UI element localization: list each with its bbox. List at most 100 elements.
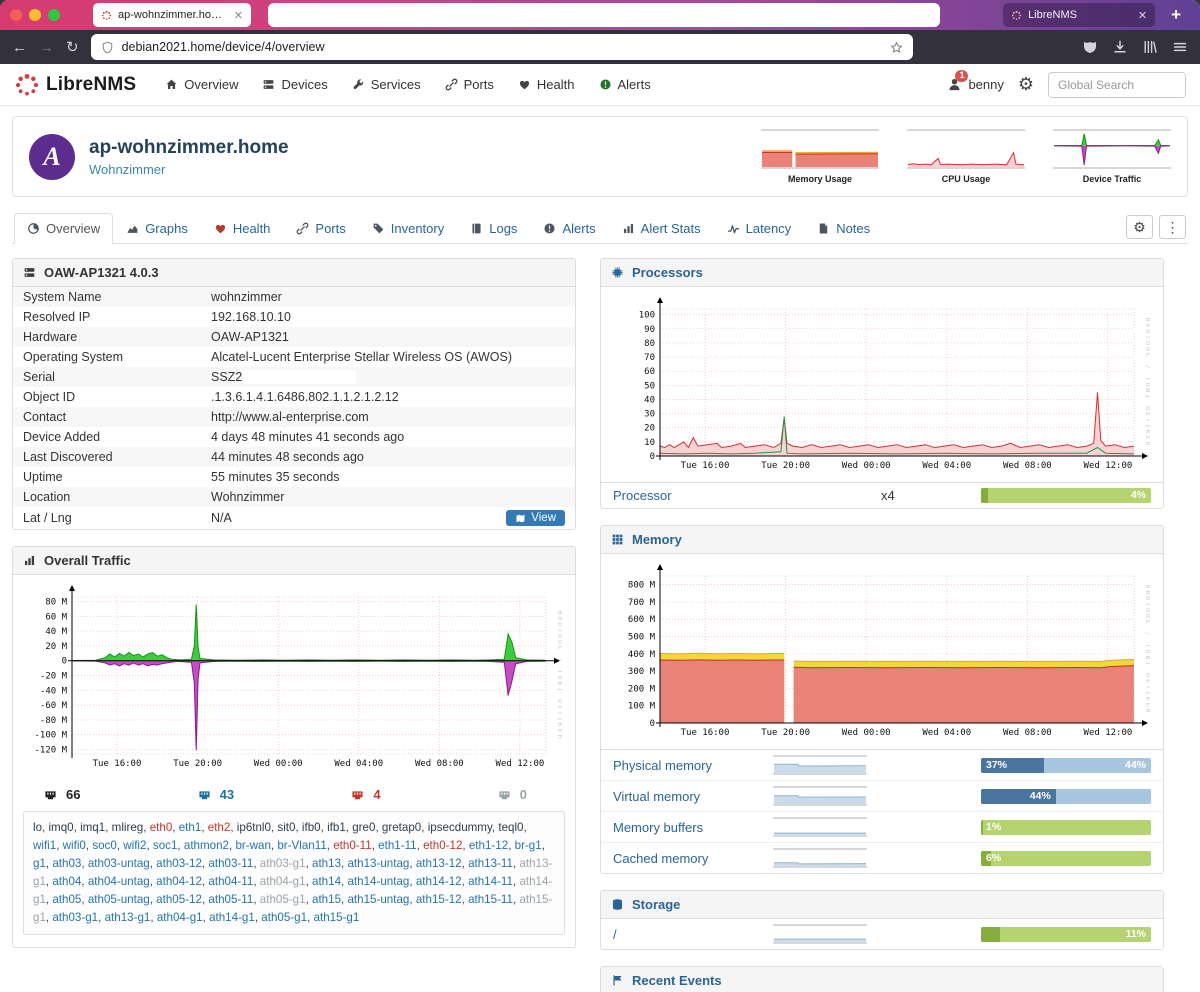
- mempool-link[interactable]: Memory buffers: [613, 820, 773, 835]
- interface-link[interactable]: ath05-untag: [88, 893, 150, 906]
- zoom-window-button[interactable]: [48, 9, 60, 21]
- interface-link[interactable]: ath04-12: [156, 875, 202, 888]
- settings-gear-icon[interactable]: ⚙: [1018, 74, 1034, 95]
- tab-alerts[interactable]: Alerts: [530, 213, 608, 244]
- interface-link[interactable]: ath15-12: [416, 893, 462, 906]
- nav-ports[interactable]: Ports: [434, 64, 505, 106]
- tab-graphs[interactable]: Graphs: [113, 213, 201, 244]
- interface-link[interactable]: sit0: [277, 821, 295, 834]
- tab-alert-stats[interactable]: Alert Stats: [609, 213, 714, 244]
- bookmark-star-icon[interactable]: [890, 41, 903, 54]
- interface-link[interactable]: ath05: [52, 893, 81, 906]
- interface-link[interactable]: ath14-12: [416, 875, 462, 888]
- interface-link[interactable]: imq0: [48, 821, 73, 834]
- interface-link[interactable]: wifi1: [33, 839, 56, 852]
- tab-inventory[interactable]: Inventory: [359, 213, 457, 244]
- overall-traffic-graph[interactable]: 80 M 60 M 40 M 20 M 0 -20 M -40 M -60 M -80 M -10…: [26, 583, 564, 774]
- mempool-link[interactable]: Physical memory: [613, 758, 773, 773]
- tab-health[interactable]: Health: [201, 213, 284, 244]
- view-location-button[interactable]: View: [506, 510, 565, 526]
- site-security-shield-icon[interactable]: [101, 41, 114, 54]
- interface-link[interactable]: br-g1: [515, 839, 542, 852]
- interface-link[interactable]: gre0: [352, 821, 375, 834]
- interface-link[interactable]: ath04-g1: [260, 875, 306, 888]
- mempool-link[interactable]: Virtual memory: [613, 789, 773, 804]
- interface-link[interactable]: ath05-12: [156, 893, 202, 906]
- interface-link[interactable]: eth0-12: [423, 839, 462, 852]
- storage-mount-link[interactable]: /: [613, 927, 773, 942]
- interface-link[interactable]: ath15-untag: [347, 893, 409, 906]
- back-button[interactable]: ←: [12, 40, 27, 55]
- interface-link[interactable]: ath14: [312, 875, 341, 888]
- ports-down-count[interactable]: 4: [350, 787, 381, 802]
- interface-link[interactable]: eth1-12: [469, 839, 508, 852]
- interface-link[interactable]: ath13: [312, 857, 341, 870]
- interface-link[interactable]: br-wan: [235, 839, 270, 852]
- ports-total-count[interactable]: 66: [43, 787, 80, 802]
- kebab-menu-button[interactable]: ⋮: [1159, 215, 1186, 239]
- nav-health[interactable]: Health: [507, 64, 586, 106]
- ports-ignored-count[interactable]: 0: [497, 787, 527, 802]
- interface-link[interactable]: gretap0: [382, 821, 421, 834]
- library-icon[interactable]: [1142, 39, 1158, 55]
- interface-link[interactable]: ath14-11: [468, 875, 513, 888]
- interface-link[interactable]: ath03-untag: [88, 857, 150, 870]
- tab-overview[interactable]: Overview: [14, 213, 114, 244]
- user-menu[interactable]: 1 benny: [947, 70, 1004, 92]
- interface-link[interactable]: ath03-11: [208, 857, 253, 870]
- interface-link[interactable]: eth0: [150, 821, 173, 834]
- interface-link[interactable]: ath13-12: [416, 857, 462, 870]
- interface-link[interactable]: ifb0: [302, 821, 321, 834]
- url-bar[interactable]: debian2021.home/device/4/overview: [90, 34, 913, 60]
- interface-link[interactable]: ath05-g1: [261, 911, 307, 924]
- interface-link[interactable]: ipsecdummy: [428, 821, 492, 834]
- mini-graph-cpu[interactable]: CPU Usage: [907, 129, 1025, 184]
- interface-link[interactable]: ath15: [312, 893, 341, 906]
- interface-link[interactable]: br-Vlan11: [277, 839, 326, 852]
- interface-link[interactable]: soc0: [92, 839, 117, 852]
- interface-link[interactable]: soc1: [153, 839, 178, 852]
- interface-link[interactable]: ath15-g1: [314, 911, 360, 924]
- interface-link[interactable]: ath15-11: [468, 893, 513, 906]
- interface-link[interactable]: ath04-untag: [88, 875, 150, 888]
- browser-tab-inactive[interactable]: LibreNMS ✕: [1003, 3, 1156, 27]
- nav-devices[interactable]: Devices: [251, 64, 338, 106]
- cpu-graph[interactable]: 100 90 80 70 60 50 40 30 20 10 0 Tue 16:00 Tue 20:00…: [614, 295, 1152, 476]
- interface-link[interactable]: ath13-untag: [347, 857, 409, 870]
- interface-link[interactable]: lo: [33, 821, 42, 834]
- mempool-link[interactable]: Cached memory: [613, 851, 773, 866]
- interface-link[interactable]: ath05-11: [208, 893, 253, 906]
- titlebar-pill[interactable]: [268, 3, 940, 27]
- nav-services[interactable]: Services: [341, 64, 432, 106]
- interface-link[interactable]: ath03-g1: [260, 857, 306, 870]
- interface-link[interactable]: ath03: [52, 857, 81, 870]
- interface-link[interactable]: eth0-11: [333, 839, 371, 852]
- nav-alerts[interactable]: Alerts: [588, 64, 662, 106]
- tab-ports[interactable]: Ports: [283, 213, 358, 244]
- interface-link[interactable]: mlireg: [112, 821, 144, 834]
- interface-link[interactable]: eth1: [179, 821, 202, 834]
- tab-close-icon[interactable]: ✕: [1138, 9, 1147, 22]
- device-location[interactable]: Wohnzimmer: [89, 162, 289, 177]
- device-settings-gear-button[interactable]: ⚙: [1126, 215, 1153, 239]
- interface-link[interactable]: ath14-untag: [347, 875, 409, 888]
- interface-link[interactable]: wifi2: [123, 839, 146, 852]
- mini-graph-memory[interactable]: Memory Usage: [761, 129, 879, 184]
- tab-logs[interactable]: Logs: [457, 213, 530, 244]
- browser-tab-active[interactable]: ap-wohnzimmer.home Overview ✕: [93, 3, 251, 27]
- close-window-button[interactable]: [10, 9, 22, 21]
- interface-link[interactable]: ath04-g1: [157, 911, 203, 924]
- interface-link[interactable]: ath03-g1: [52, 911, 98, 924]
- reload-button[interactable]: ↻: [66, 40, 79, 55]
- processor-link[interactable]: Processor: [613, 488, 881, 503]
- interface-link[interactable]: athmon2: [184, 839, 229, 852]
- interface-link[interactable]: teql0: [498, 821, 523, 834]
- interface-link[interactable]: ath04: [52, 875, 81, 888]
- interface-link[interactable]: ath04-11: [208, 875, 253, 888]
- interface-link[interactable]: eth1-11: [378, 839, 416, 852]
- interface-link[interactable]: ip6tnl0: [237, 821, 271, 834]
- menu-icon[interactable]: [1172, 39, 1188, 55]
- mini-graph-traffic[interactable]: Device Traffic: [1053, 129, 1171, 184]
- librenms-logo[interactable]: LibreNMS: [14, 72, 136, 98]
- interface-link[interactable]: ath05-g1: [260, 893, 306, 906]
